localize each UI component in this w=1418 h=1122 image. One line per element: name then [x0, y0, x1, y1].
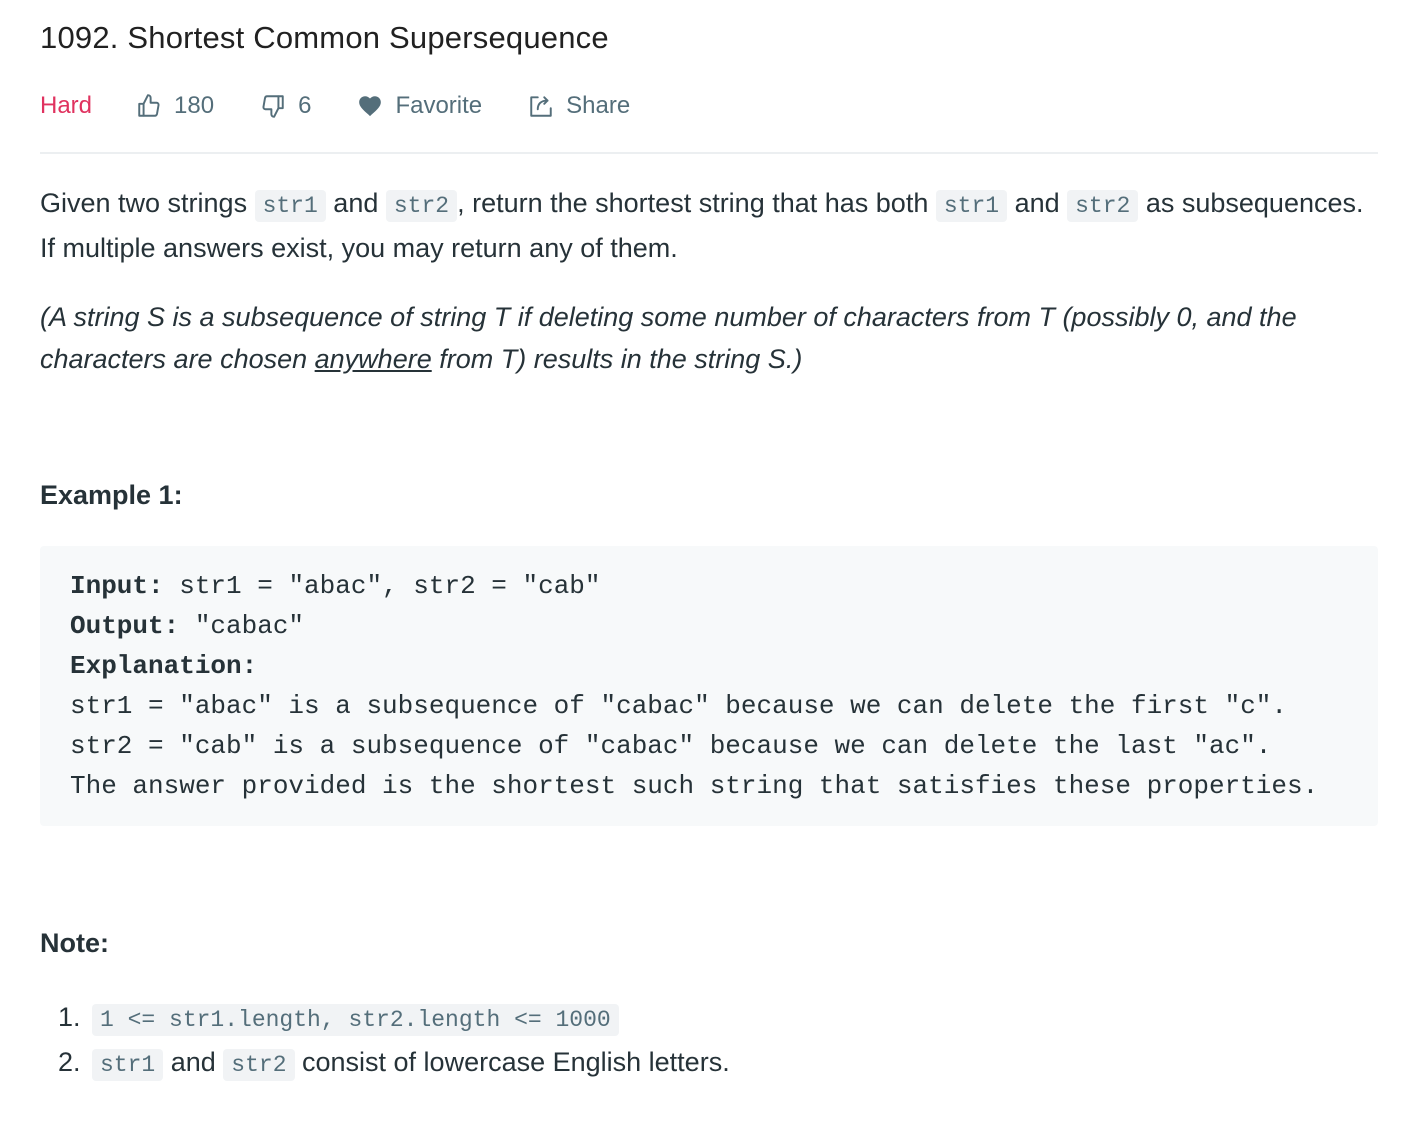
explanation-line: str1 = "abac" is a subsequence of "cabac… — [70, 691, 1287, 721]
constraint-text: and — [163, 1047, 224, 1077]
inline-code: str2 — [385, 190, 458, 222]
constraint-text: consist of lowercase English letters. — [294, 1047, 730, 1077]
explanation-label: Explanation: — [70, 651, 258, 681]
definition-text: from T) results in the string S.) — [431, 344, 803, 374]
share-label: Share — [566, 92, 631, 119]
subsequence-definition: (A string S is a subsequence of string T… — [40, 296, 1380, 380]
dislike-count: 6 — [298, 92, 312, 119]
inline-code: str1 — [92, 1049, 164, 1081]
inline-code: str2 — [223, 1049, 295, 1081]
inline-code: str1 — [935, 190, 1008, 222]
share-button[interactable]: Share — [528, 92, 630, 120]
favorite-label: Favorite — [395, 92, 483, 119]
dislike-button[interactable]: 6 — [260, 92, 311, 120]
inline-code: str1 — [254, 190, 326, 222]
heart-icon — [359, 96, 382, 117]
desc-text: , return the shortest string that has bo… — [457, 188, 936, 218]
thumbs-down-icon — [262, 95, 284, 118]
input-value: str1 = "abac", str2 = "cab" — [163, 571, 601, 601]
difficulty-badge: Hard — [40, 92, 93, 119]
output-label: Output: — [70, 611, 180, 641]
share-icon — [530, 96, 552, 117]
problem-meta-bar: Hard 180 6 Favorite Share — [40, 86, 676, 126]
problem-page: 1092. Shortest Common Supersequence Hard… — [0, 0, 1418, 1122]
list-item: str1 and str2 consist of lowercase Engli… — [88, 1041, 730, 1086]
desc-text: Given two strings — [40, 188, 255, 218]
example-code-block: Input: str1 = "abac", str2 = "cab" Outpu… — [40, 546, 1378, 826]
example-heading: Example 1: — [40, 480, 183, 510]
like-button[interactable]: 180 — [136, 92, 214, 120]
desc-text: and — [325, 188, 386, 218]
input-label: Input: — [70, 571, 164, 601]
header-divider — [40, 152, 1378, 154]
favorite-button[interactable]: Favorite — [357, 92, 482, 120]
inline-code: 1 <= str1.length, str2.length <= 1000 — [92, 1004, 619, 1036]
note-heading: Note: — [40, 928, 109, 958]
desc-text: and — [1007, 188, 1068, 218]
explanation-line: str2 = "cab" is a subsequence of "cabac"… — [70, 731, 1272, 761]
like-count: 180 — [174, 92, 215, 119]
problem-title: 1092. Shortest Common Supersequence — [40, 20, 609, 55]
definition-emphasis: anywhere — [314, 344, 432, 374]
output-value: "cabac" — [179, 611, 305, 641]
thumbs-up-icon — [138, 94, 160, 117]
list-item: 1 <= str1.length, str2.length <= 1000 — [88, 996, 730, 1041]
problem-description: Given two strings str1 and str2, return … — [40, 182, 1380, 269]
explanation-line: The answer provided is the shortest such… — [70, 771, 1319, 801]
constraints-list: 1 <= str1.length, str2.length <= 1000 st… — [40, 996, 730, 1086]
inline-code: str2 — [1067, 190, 1139, 222]
